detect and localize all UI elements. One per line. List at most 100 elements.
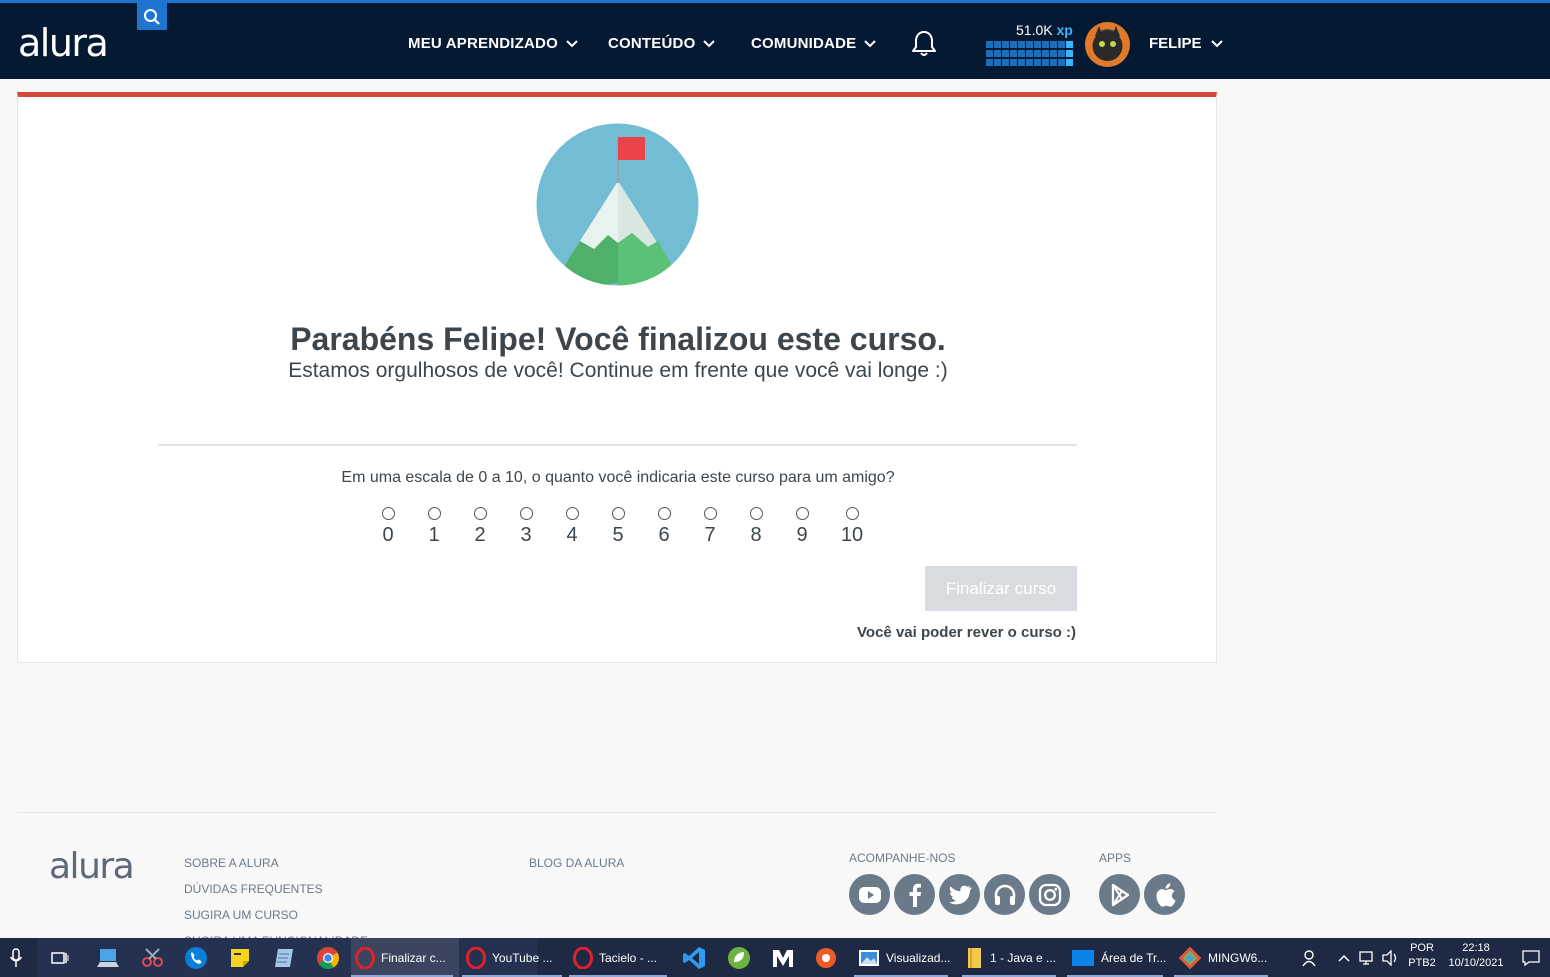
nps-option-3[interactable]: 3 (511, 507, 541, 547)
footer-link-sobre[interactable]: SOBRE A ALURA (184, 856, 279, 870)
volume-button[interactable] (1380, 945, 1402, 970)
xp-cell (1002, 50, 1009, 57)
nps-option-6[interactable]: 6 (649, 507, 679, 547)
input-language[interactable]: POR PTB2 (1405, 942, 1439, 969)
page-title: Parabéns Felipe! Você finalizou este cur… (290, 321, 946, 357)
search-button[interactable] (137, 3, 167, 30)
nav-label: COMUNIDADE (751, 35, 857, 52)
twitter-link[interactable] (939, 874, 980, 915)
phone-icon (184, 946, 207, 969)
nps-option-0[interactable]: 0 (373, 507, 403, 547)
radio-button[interactable] (427, 507, 441, 520)
radio-button[interactable] (795, 507, 809, 520)
taskbar-app-chrome[interactable] (315, 945, 340, 970)
people-icon (1301, 949, 1316, 966)
keyboard-layout: PTB2 (1408, 957, 1436, 969)
task-view-button[interactable] (47, 945, 72, 970)
taskbar-app-notepad[interactable] (271, 945, 296, 970)
facebook-link[interactable] (894, 874, 935, 915)
taskbar-app-vscode[interactable] (681, 945, 706, 970)
nav-conteudo[interactable]: CONTEÚDO (608, 35, 716, 52)
alura-logo[interactable]: alura (18, 21, 109, 65)
clock[interactable]: 22:18 10/10/2021 (1444, 942, 1508, 969)
nps-option-4[interactable]: 4 (557, 507, 587, 547)
radio-button[interactable] (565, 507, 579, 520)
taskbar-window-mingw[interactable]: MINGW6... (1174, 938, 1274, 977)
youtube-link[interactable] (849, 874, 890, 915)
notifications-button[interactable] (911, 30, 937, 63)
git-icon (1178, 946, 1202, 969)
xp-cell (1026, 50, 1033, 57)
footer-link-sugira-curso[interactable]: SUGIRA UM CURSO (184, 908, 298, 922)
xp-cell (1066, 59, 1073, 66)
chrome-icon (316, 946, 339, 969)
radio-button[interactable] (519, 507, 533, 520)
xp-cell (1010, 50, 1017, 57)
taskbar-window-area-trabalho[interactable]: Área de Tr... (1067, 938, 1169, 977)
twitter-icon (948, 885, 972, 904)
taskbar-app-spring[interactable] (726, 945, 751, 970)
radio-button[interactable] (381, 507, 395, 520)
chevron-down-icon (703, 39, 716, 47)
finish-course-button[interactable]: Finalizar curso (925, 566, 1077, 611)
notepad-icon (274, 948, 293, 967)
app-store-link[interactable] (1144, 874, 1185, 915)
sticky-note-icon (230, 948, 249, 967)
taskbar-window-java[interactable]: 1 - Java e ... (962, 938, 1062, 977)
nps-option-label: 2 (474, 524, 486, 546)
show-hidden-icons-button[interactable] (1333, 945, 1355, 970)
nps-option-8[interactable]: 8 (741, 507, 771, 547)
action-center-button[interactable] (1518, 945, 1543, 970)
radio-button[interactable] (703, 507, 717, 520)
xp-cell (1018, 59, 1025, 66)
xp-cell (1066, 41, 1073, 48)
nps-option-10[interactable]: 10 (837, 507, 867, 547)
task-view-icon (50, 951, 68, 964)
nav-meu-aprendizado[interactable]: MEU APRENDIZADO (408, 35, 578, 52)
google-play-link[interactable] (1099, 874, 1140, 915)
avatar[interactable] (1085, 22, 1130, 67)
radio-button[interactable] (845, 507, 859, 520)
microphone-button[interactable] (2, 945, 30, 970)
scissors-icon (141, 947, 163, 967)
radio-button[interactable] (473, 507, 487, 520)
google-play-icon (1111, 883, 1129, 906)
taskbar-app-snip[interactable] (140, 945, 165, 970)
xp-cell (1034, 50, 1041, 57)
nps-option-1[interactable]: 1 (419, 507, 449, 547)
footer-logo[interactable]: alura (49, 846, 135, 887)
taskbar-window-youtube[interactable]: YouTube ... (462, 938, 568, 977)
radio-button[interactable] (611, 507, 625, 520)
footer-link-blog[interactable]: BLOG DA ALURA (529, 856, 624, 870)
user-name: FELIPE (1149, 35, 1202, 52)
nps-option-label: 3 (520, 524, 532, 546)
radio-button[interactable] (749, 507, 763, 520)
nps-option-5[interactable]: 5 (603, 507, 633, 547)
taskbar-window-visualizador[interactable]: Visualizad... (854, 938, 954, 977)
opera-icon (466, 946, 486, 969)
nps-option-7[interactable]: 7 (695, 507, 725, 547)
user-menu[interactable]: FELIPE (1149, 35, 1223, 52)
footer-link-duvidas[interactable]: DÚVIDAS FREQUENTES (184, 882, 323, 896)
nav-label: CONTEÚDO (608, 35, 696, 52)
taskbar-window-finalizar[interactable]: Finalizar c... (351, 938, 459, 977)
people-button[interactable] (1297, 945, 1322, 970)
nav-comunidade[interactable]: COMUNIDADE (751, 35, 877, 52)
taskbar-app-markdown[interactable] (770, 945, 795, 970)
xp-counter[interactable]: 51.0K xp (1016, 22, 1073, 38)
taskbar-app-phone[interactable] (183, 945, 208, 970)
taskbar-window-tacielo[interactable]: Tacielo - ... (569, 938, 673, 977)
nps-option-2[interactable]: 2 (465, 507, 495, 547)
windows-taskbar: Finalizar c... YouTube ... Tacielo - ...… (0, 938, 1550, 977)
taskbar-app-sticky-notes[interactable] (227, 945, 252, 970)
radio-button[interactable] (657, 507, 671, 520)
window-label: Finalizar c... (381, 950, 446, 965)
nps-option-9[interactable]: 9 (787, 507, 817, 547)
instagram-link[interactable] (1029, 874, 1070, 915)
xp-cell (1050, 59, 1057, 66)
network-button[interactable] (1357, 945, 1379, 970)
taskbar-app-explorer-pc[interactable] (95, 945, 120, 970)
nps-option-label: 6 (658, 524, 670, 546)
taskbar-app-postman[interactable] (813, 945, 838, 970)
podcast-link[interactable] (984, 874, 1025, 915)
